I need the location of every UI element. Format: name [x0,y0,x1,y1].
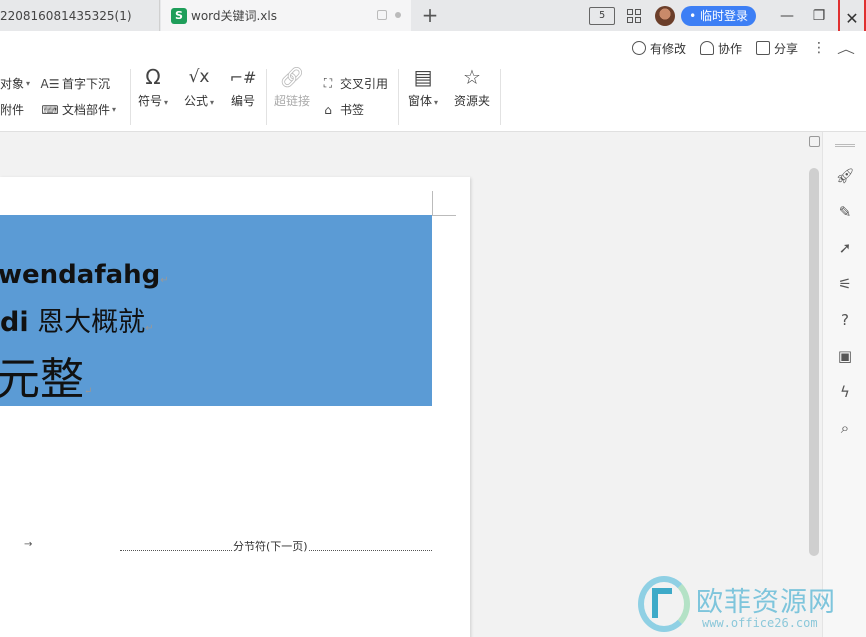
cursor-icon[interactable]: ➚ [835,238,855,258]
bookmark-button[interactable]: ⌂ 书签 [320,101,364,118]
formula-button[interactable]: √x 公式 ▾ [184,64,214,109]
star-folder-icon: ☆ [463,65,481,89]
document-area[interactable]: wendafahg↵ di 恩大概就↵ 元整↵ → 分节符(下一页) [0,132,806,637]
avatar[interactable] [655,5,676,26]
cross-ref-icon: ⛶ [323,76,333,90]
document-page[interactable]: wendafahg↵ di 恩大概就↵ 元整↵ → 分节符(下一页) [0,177,470,637]
cloud-icon [631,41,646,55]
share-icon [755,41,770,55]
pen-icon[interactable]: ✎ [835,202,855,222]
section-break-label: 分节符(下一页) [232,538,309,554]
dropcap-button[interactable]: A☰ 首字下沉 [40,75,111,92]
dot-icon[interactable] [395,12,401,18]
cross-ref-label: 交叉引用 [340,77,389,91]
resource-label: 资源夹 [454,94,491,108]
numbering-label: 编号 [230,94,255,108]
ribbon-toolbar: 有修改 协作 分享 ⋮ ︿ 对象 ▾ 附件 A☰ 首字下沉 ⌨ 文档部件 ▾ Ω 符… [0,31,866,132]
right-sidebar: 🚀︎ ✎ ➚ ⚟ ? ▣ ϟ ⌕ [822,132,866,637]
link-icon: 🔗︎ [279,65,305,89]
changes-label: 有修改 [649,41,686,56]
image-tool-icon[interactable]: ▣ [835,346,855,366]
doc-parts-label: 文档部件 [62,103,111,117]
form-icon: ▤ [413,65,433,89]
watermark-f-icon [652,588,672,618]
dropcap-icon: A☰ [40,76,60,91]
book-search-icon[interactable]: ⌕ [835,418,855,438]
watermark-url: www.office26.com [702,616,818,630]
section-break: 分节符(下一页) [120,537,432,554]
scroll-thumb[interactable] [809,168,819,556]
tab-status [377,10,401,20]
doc-parts-button[interactable]: ⌨ 文档部件 ▾ [41,101,116,118]
hyperlink-button[interactable]: 🔗︎ 超链接 [274,64,310,109]
attachment-button[interactable]: 附件 [0,101,24,118]
settings-sliders-icon[interactable]: ⚟ [835,274,855,294]
formula-icon: √x [188,67,210,87]
object-label: 对象 [0,77,25,91]
collab-button[interactable]: 协作 [699,40,742,57]
title-bar-controls: 5 • 临时登录 — ❐ ✕ [579,0,866,38]
object-button[interactable]: 对象 ▾ [0,75,30,92]
restore-button[interactable]: ❐ [806,0,832,31]
divider [500,69,501,125]
formula-label: 公式 [184,94,209,108]
vertical-scrollbar[interactable] [806,132,822,637]
hyperlink-label: 超链接 [274,94,311,108]
lightning-icon[interactable]: ϟ [835,382,855,402]
user-add-icon [699,41,714,55]
share-label: 分享 [773,41,798,56]
margin-mark [432,191,433,215]
scroll-split-button[interactable] [809,136,820,147]
symbol-button[interactable]: Ω 符号 ▾ [138,64,168,109]
collab-label: 协作 [717,41,742,56]
share-button[interactable]: 分享 [755,40,798,57]
doc-parts-icon: ⌨ [41,102,59,117]
numbering-icon: ⌐# [229,67,257,87]
margin-mark [432,215,456,216]
temp-login-button[interactable]: • 临时登录 [681,5,756,26]
divider [398,69,399,125]
numbering-button[interactable]: ⌐# 编号 [229,64,257,109]
omega-icon: Ω [145,65,161,89]
resource-button[interactable]: ☆ 资源夹 [454,64,490,109]
paragraph-mark: → [24,539,33,550]
tab-label: 220816081435325(1) [0,8,132,23]
highlighted-text-block[interactable]: wendafahg↵ di 恩大概就↵ 元整↵ [0,215,432,406]
minimize-button[interactable]: — [774,0,800,31]
cross-ref-button[interactable]: ⛶ 交叉引用 [320,75,388,92]
new-tab-button[interactable]: + [420,4,440,26]
title-bar: 220816081435325(1) S word关键词.xls + 5 • 临… [0,0,866,38]
text-line-3: 元整↵ [0,354,93,405]
divider [130,69,131,125]
help-icon[interactable]: ? [835,310,855,330]
reader-mode-icon[interactable]: 5 [589,6,616,25]
tab-document[interactable]: 220816081435325(1) [0,0,160,31]
dropcap-label: 首字下沉 [62,77,111,91]
tab-label: word关键词.xls [191,9,277,23]
changes-button[interactable]: 有修改 [631,40,686,57]
apps-grid-icon[interactable] [627,8,642,23]
form-button[interactable]: ▤ 窗体 ▾ [408,64,438,109]
attachment-label: 附件 [0,103,25,117]
symbol-label: 符号 [138,94,163,108]
drag-handle[interactable] [835,144,855,147]
more-options-icon[interactable]: ⋮ [812,40,826,56]
divider [266,69,267,125]
text-line-2: di 恩大概就↵ [0,307,154,338]
bookmark-label: 书签 [340,103,365,117]
top-actions: 有修改 协作 分享 ⋮ ︿ [631,31,866,65]
form-label: 窗体 [408,94,433,108]
rocket-icon[interactable]: 🚀︎ [835,166,855,186]
spreadsheet-icon: S [171,7,187,24]
bookmark-icon: ⌂ [324,102,332,117]
collapse-ribbon-icon[interactable]: ︿ [837,40,855,57]
site-watermark: 欧菲资源网 www.office26.com [632,572,866,637]
tab-spreadsheet[interactable]: S word关键词.xls [161,0,411,31]
text-line-1: wendafahg↵ [0,260,169,290]
monitor-icon[interactable] [377,10,387,20]
watermark-title: 欧菲资源网 [696,587,836,618]
